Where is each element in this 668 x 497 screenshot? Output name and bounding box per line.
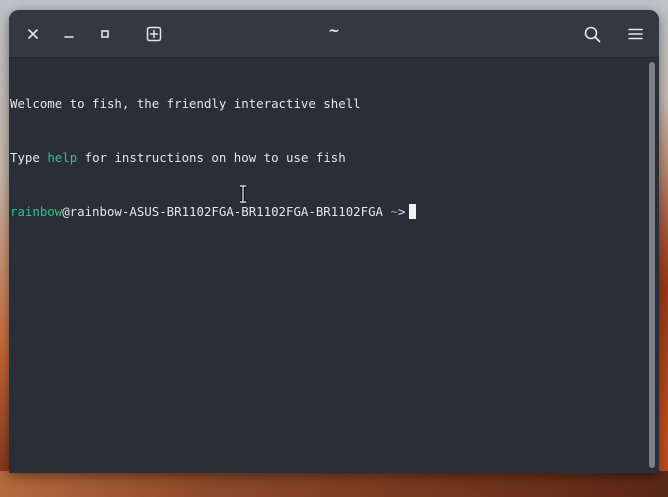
- prompt-path: ~: [390, 204, 398, 219]
- prompt-user: rainbow: [10, 204, 63, 219]
- welcome-line: Welcome to fish, the friendly interactiv…: [10, 96, 361, 111]
- prompt-line[interactable]: rainbow@rainbow-ASUS-BR1102FGA-BR1102FGA…: [10, 203, 643, 221]
- prompt-host: @rainbow-ASUS-BR1102FGA-BR1102FGA-BR1102…: [62, 204, 383, 219]
- window-title: ~: [328, 23, 340, 39]
- menu-button[interactable]: [621, 20, 649, 48]
- terminal-output[interactable]: Welcome to fish, the friendly interactiv…: [9, 58, 643, 473]
- help-line: Type help for instructions on how to use…: [10, 149, 643, 167]
- search-icon: [584, 26, 600, 42]
- terminal-window: ~ Welcome to fish, the friendly interact…: [9, 10, 659, 473]
- titlebar: ~: [9, 10, 659, 58]
- hamburger-menu-icon: [627, 28, 643, 40]
- search-button[interactable]: [578, 20, 606, 48]
- scrollbar[interactable]: [649, 62, 655, 468]
- ibeam-cursor-icon: [238, 185, 248, 203]
- help-prefix: Type: [10, 150, 48, 165]
- desktop-wallpaper: [0, 471, 668, 497]
- text-cursor: [409, 204, 417, 219]
- prompt-symbol: >: [397, 204, 406, 219]
- help-suffix: for instructions on how to use fish: [77, 150, 346, 165]
- help-command: help: [47, 150, 78, 165]
